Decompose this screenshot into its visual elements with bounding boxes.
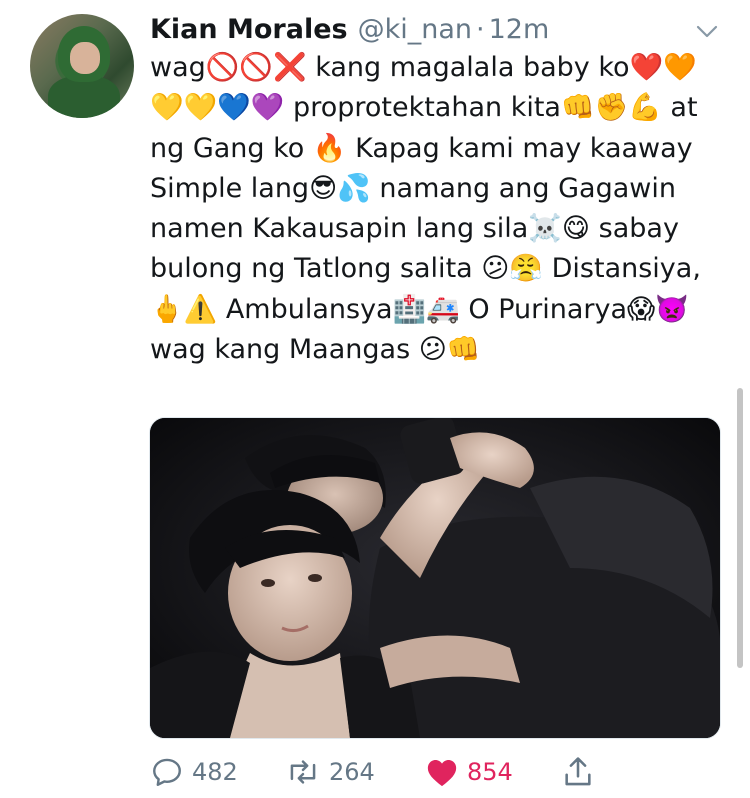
retweet-count: 264 xyxy=(329,758,375,786)
photo-two-people-icon xyxy=(150,418,720,738)
tweet-timestamp[interactable]: 12m xyxy=(489,10,550,50)
author-handle[interactable]: @ki_nan xyxy=(358,10,472,50)
avatar-face xyxy=(70,42,100,74)
header-separator: · xyxy=(476,14,485,45)
reply-count: 482 xyxy=(192,758,238,786)
like-count: 854 xyxy=(467,758,513,786)
chevron-down-icon[interactable] xyxy=(696,20,718,42)
share-icon xyxy=(565,757,591,786)
like-button[interactable]: 854 xyxy=(425,752,513,792)
retweet-button[interactable]: 264 xyxy=(285,752,375,792)
tweet-photo[interactable] xyxy=(149,417,721,739)
avatar-body xyxy=(48,76,120,118)
retweet-icon xyxy=(290,760,316,784)
scrollbar[interactable] xyxy=(737,388,743,668)
share-button[interactable] xyxy=(562,752,594,792)
tweet-actions: 482 264 854 xyxy=(150,752,710,792)
tweet-card[interactable]: Kian Morales @ki_nan · 12m wag🚫🚫❌ kang m… xyxy=(0,0,750,798)
reply-icon xyxy=(153,758,181,786)
reply-button[interactable]: 482 xyxy=(150,752,238,792)
tweet-text: wag🚫🚫❌ kang magalala baby ko❤️🧡💛💛💙💜 prop… xyxy=(150,52,701,366)
tweet-header: Kian Morales @ki_nan · 12m xyxy=(150,10,549,50)
heart-icon xyxy=(427,759,457,787)
avatar[interactable] xyxy=(30,14,134,118)
author-name[interactable]: Kian Morales xyxy=(150,10,348,50)
